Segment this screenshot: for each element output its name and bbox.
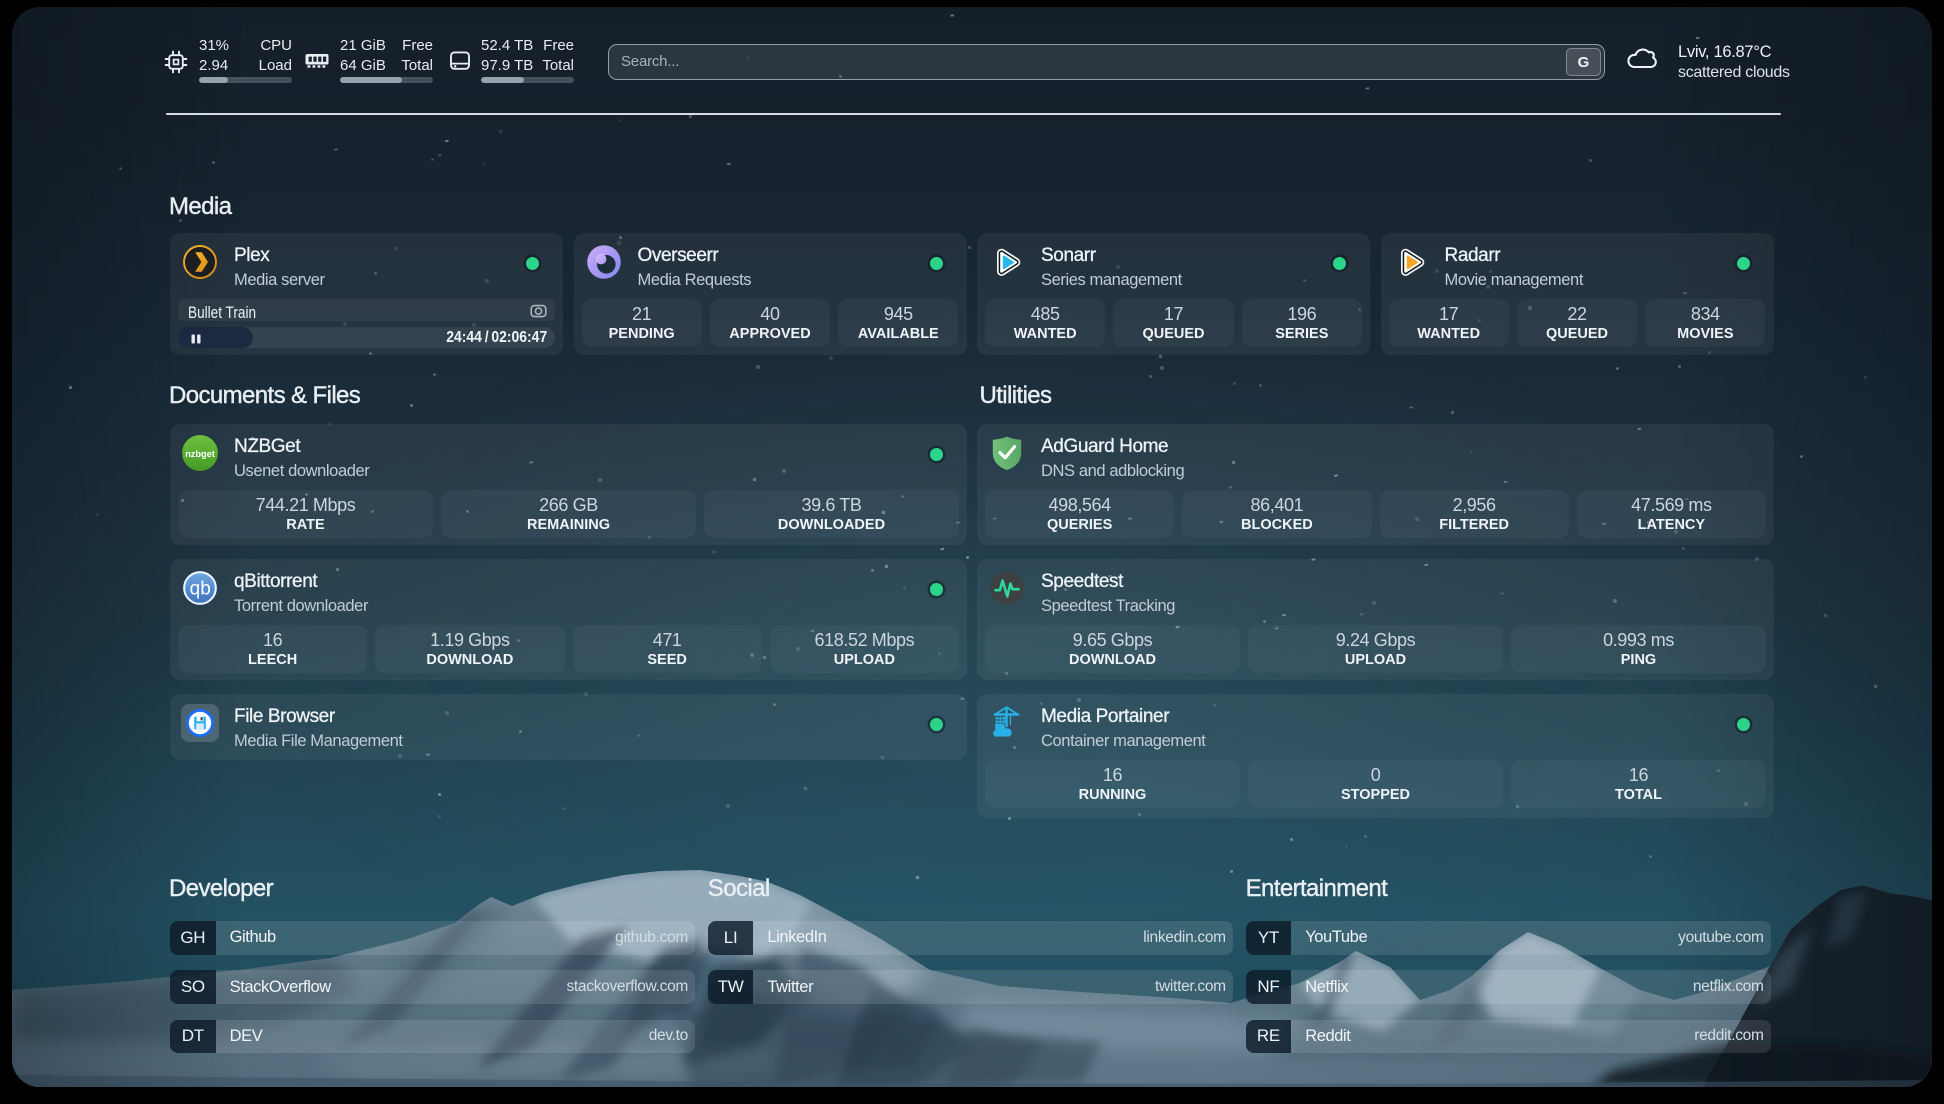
svg-text:nzbget: nzbget bbox=[185, 448, 215, 458]
svg-text:qb: qb bbox=[190, 578, 211, 599]
